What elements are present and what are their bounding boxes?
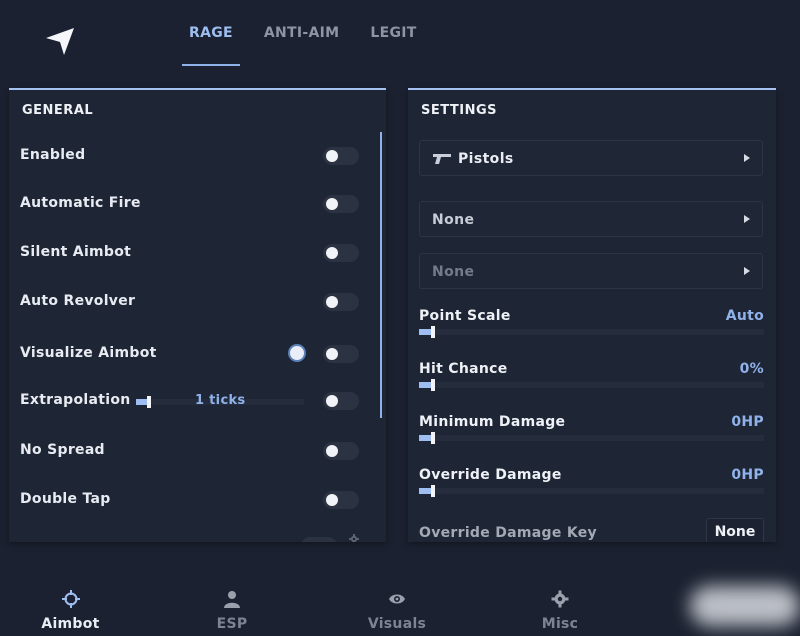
nav-aimbot[interactable]: Aimbot (0, 574, 141, 636)
override-damage-label: Override Damage (419, 467, 562, 483)
next-row-toggle-partial[interactable] (301, 537, 337, 542)
row-double-tap: Double Tap (9, 485, 386, 515)
top-tab-bar: RAGE ANTI-AIM LEGIT (180, 0, 439, 68)
toggle-knob (326, 296, 338, 308)
bottom-nav: Aimbot ESP Visuals Misc (0, 574, 800, 636)
row-extrapolation: Extrapolation 1 ticks (9, 386, 386, 416)
override-damage-key-button[interactable]: None (706, 518, 764, 542)
option-dropdown-1[interactable]: None (419, 201, 763, 237)
hit-chance-value: 0% (739, 361, 764, 377)
blurred-watermark (690, 586, 800, 626)
silent-aimbot-label: Silent Aimbot (20, 244, 132, 260)
toggle-knob (326, 150, 338, 162)
minimum-damage-label: Minimum Damage (419, 414, 566, 430)
extrapolation-toggle[interactable] (323, 392, 359, 410)
double-tap-toggle[interactable] (323, 491, 359, 509)
override-damage-slider[interactable] (419, 485, 764, 497)
eye-icon (389, 594, 405, 604)
override-damage-value: 0HP (731, 467, 764, 483)
hit-chance-slider[interactable] (419, 379, 764, 391)
tab-anti-aim[interactable]: ANTI-AIM (255, 0, 349, 66)
point-scale-slider[interactable] (419, 326, 764, 338)
nav-esp[interactable]: ESP (141, 574, 323, 636)
slider-handle[interactable] (431, 326, 435, 338)
general-scrollbar[interactable] (380, 132, 382, 418)
pistol-icon (433, 154, 451, 164)
gear-icon (551, 590, 569, 608)
general-panel: GENERAL Enabled Automatic Fire Silent Ai… (9, 88, 386, 542)
row-no-spread: No Spread (9, 436, 386, 466)
extrapolation-slider-handle[interactable] (147, 396, 151, 408)
row-auto-revolver: Auto Revolver (9, 287, 386, 317)
option-dropdown-2[interactable]: None (419, 253, 763, 289)
point-scale-value: Auto (725, 308, 764, 324)
nav-visuals-label: Visuals (367, 616, 427, 632)
toggle-knob (326, 348, 338, 360)
toggle-knob (326, 494, 338, 506)
caret-right-icon (744, 154, 750, 162)
override-damage-key-label: Override Damage Key (419, 525, 597, 541)
automatic-fire-toggle[interactable] (323, 195, 359, 213)
gear-icon[interactable] (346, 534, 362, 542)
toggle-knob (326, 198, 338, 210)
crosshair-icon (61, 590, 80, 608)
nav-misc[interactable]: Misc (471, 574, 649, 636)
row-automatic-fire: Automatic Fire (9, 189, 386, 219)
minimum-damage-slider[interactable] (419, 432, 764, 444)
tab-legit[interactable]: LEGIT (361, 0, 425, 66)
nav-aimbot-label: Aimbot (41, 616, 100, 632)
user-icon (224, 591, 240, 608)
slider-handle[interactable] (431, 432, 435, 444)
extrapolation-label: Extrapolation (20, 392, 131, 408)
row-silent-aimbot: Silent Aimbot (9, 238, 386, 268)
nav-visuals[interactable]: Visuals (323, 574, 471, 636)
auto-revolver-label: Auto Revolver (20, 293, 136, 309)
logo-arrow-icon (46, 28, 74, 55)
general-panel-title: GENERAL (22, 103, 94, 118)
hit-chance-slider-row: Hit Chance 0% (408, 361, 776, 401)
minimum-damage-value: 0HP (731, 414, 764, 430)
slider-handle[interactable] (431, 379, 435, 391)
minimum-damage-slider-row: Minimum Damage 0HP (408, 414, 776, 454)
caret-right-icon (744, 215, 750, 223)
point-scale-label: Point Scale (419, 308, 511, 324)
toggle-knob (326, 395, 338, 407)
nav-misc-label: Misc (541, 616, 579, 632)
hit-chance-label: Hit Chance (419, 361, 508, 377)
enabled-toggle[interactable] (323, 147, 359, 165)
no-spread-toggle[interactable] (323, 442, 359, 460)
enabled-label: Enabled (20, 147, 86, 163)
visualize-color-picker[interactable] (290, 346, 304, 360)
caret-right-icon (744, 267, 750, 275)
settings-panel-title: SETTINGS (421, 103, 498, 118)
option-dropdown-1-value: None (432, 212, 475, 228)
toggle-knob (326, 247, 338, 259)
toggle-knob (326, 445, 338, 457)
slider-handle[interactable] (431, 485, 435, 497)
visualize-aimbot-toggle[interactable] (323, 345, 359, 363)
silent-aimbot-toggle[interactable] (323, 244, 359, 262)
point-scale-slider-row: Point Scale Auto (408, 308, 776, 348)
automatic-fire-label: Automatic Fire (20, 195, 141, 211)
weapon-dropdown[interactable]: Pistols (419, 140, 763, 176)
nav-esp-label: ESP (216, 616, 248, 632)
option-dropdown-2-value: None (432, 264, 475, 280)
row-visualize-aimbot: Visualize Aimbot (9, 339, 386, 369)
row-enabled: Enabled (9, 141, 386, 171)
weapon-dropdown-value: Pistols (458, 151, 514, 167)
visualize-aimbot-label: Visualize Aimbot (20, 345, 157, 361)
auto-revolver-toggle[interactable] (323, 293, 359, 311)
double-tap-label: Double Tap (20, 491, 111, 507)
extrapolation-value: 1 ticks (195, 393, 246, 408)
tab-rage[interactable]: RAGE (180, 0, 242, 66)
override-damage-slider-row: Override Damage 0HP (408, 467, 776, 507)
settings-panel: SETTINGS Pistols None None Point Scale A… (408, 88, 776, 542)
no-spread-label: No Spread (20, 442, 105, 458)
